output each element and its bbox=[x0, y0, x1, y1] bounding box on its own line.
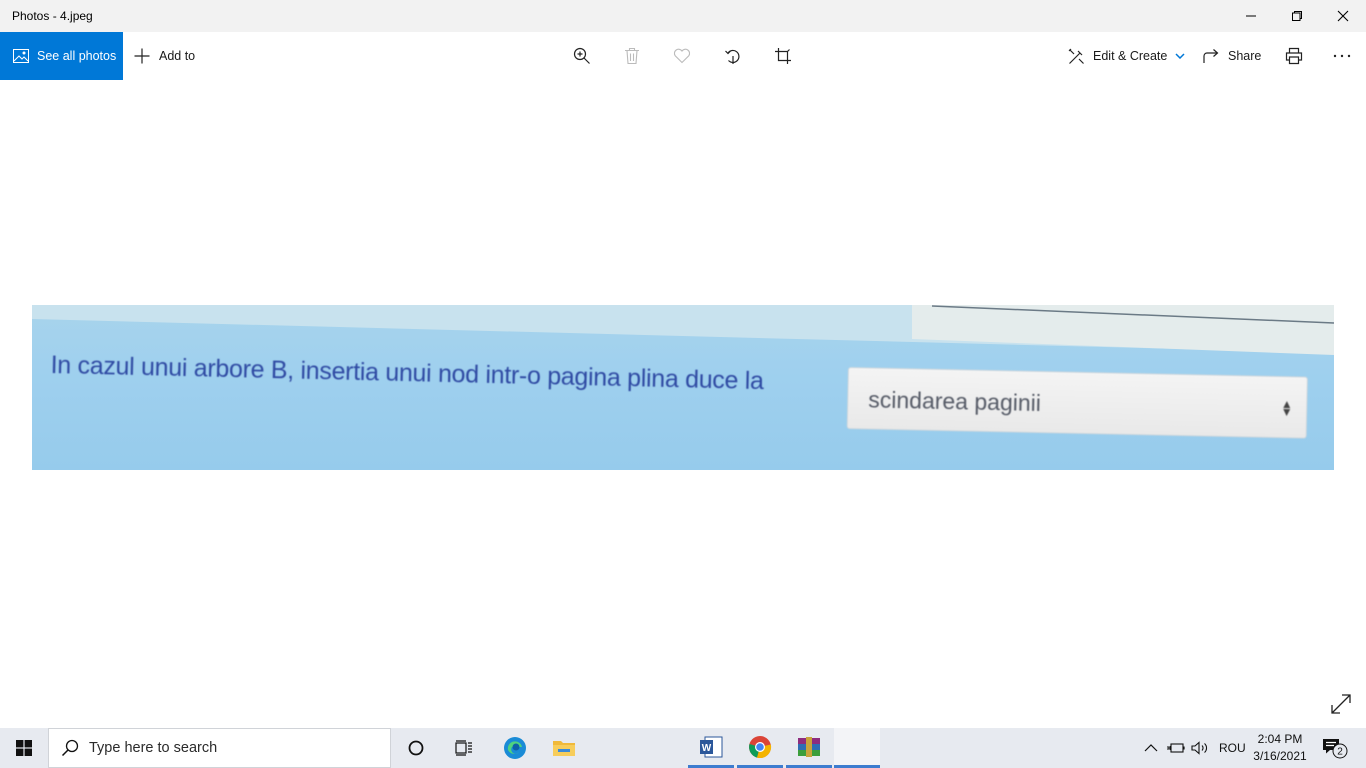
restore-button[interactable] bbox=[1274, 0, 1320, 32]
heart-icon bbox=[673, 48, 691, 64]
trash-icon bbox=[625, 47, 639, 65]
print-button[interactable] bbox=[1282, 44, 1306, 68]
edit-create-icon bbox=[1068, 48, 1084, 64]
notification-count: 2 bbox=[1337, 747, 1343, 758]
task-view-icon bbox=[455, 740, 472, 756]
windows-logo-icon bbox=[16, 740, 32, 756]
winrar-icon bbox=[798, 736, 820, 757]
photos-taskbar-button[interactable] bbox=[834, 728, 880, 768]
add-to-label: Add to bbox=[159, 49, 196, 63]
edit-create-button[interactable]: Edit & Create bbox=[1068, 32, 1193, 80]
plus-icon bbox=[134, 48, 150, 64]
minimize-icon bbox=[1246, 15, 1256, 17]
close-button[interactable] bbox=[1320, 0, 1366, 32]
chrome-icon bbox=[749, 735, 772, 758]
see-all-photos-button[interactable]: See all photos bbox=[0, 32, 123, 80]
search-icon bbox=[61, 739, 79, 757]
word-icon: W bbox=[700, 736, 723, 757]
task-view-button[interactable] bbox=[441, 728, 487, 768]
cortana-icon bbox=[408, 740, 424, 756]
cortana-button[interactable] bbox=[393, 728, 439, 768]
folder-icon bbox=[553, 741, 575, 756]
battery-plug-icon bbox=[1167, 743, 1185, 753]
expand-icon bbox=[1331, 694, 1351, 714]
edit-create-label: Edit & Create bbox=[1093, 49, 1168, 63]
chevron-down-icon bbox=[1175, 53, 1185, 59]
file-explorer-taskbar-button[interactable] bbox=[541, 728, 587, 768]
share-label: Share bbox=[1228, 49, 1262, 63]
dropdown-arrows-icon: ▴ ▾ bbox=[1282, 395, 1291, 420]
crop-button[interactable] bbox=[771, 44, 795, 68]
add-to-button[interactable]: Add to bbox=[134, 32, 195, 80]
share-button[interactable]: Share bbox=[1203, 32, 1261, 80]
winrar-taskbar-button[interactable] bbox=[786, 728, 832, 768]
command-bar: See all photos Add to Edit & Create Shar… bbox=[0, 32, 1366, 80]
restore-icon bbox=[1292, 11, 1302, 21]
svg-text:W: W bbox=[702, 743, 712, 754]
crop-icon bbox=[775, 48, 791, 64]
language-label: ROU bbox=[1219, 741, 1246, 755]
battery-button[interactable] bbox=[1167, 728, 1185, 768]
taskbar: Type here to search W ROU 2:04 PM 3/16/2… bbox=[0, 728, 1366, 768]
title-bar: Photos - 4.jpeg bbox=[0, 0, 1366, 32]
photo-image: In cazul unui arbore B, insertia unui no… bbox=[32, 305, 1334, 470]
minimize-button[interactable] bbox=[1228, 0, 1274, 32]
word-taskbar-button[interactable]: W bbox=[688, 728, 734, 768]
speaker-icon bbox=[1191, 741, 1207, 755]
zoom-in-icon bbox=[573, 47, 590, 64]
photo-answer-value: scindarea paginii bbox=[868, 386, 1042, 417]
clock-time: 2:04 PM bbox=[1257, 732, 1303, 746]
edge-taskbar-button[interactable] bbox=[492, 728, 538, 768]
notifications-icon: 2 bbox=[1323, 739, 1348, 759]
delete-button[interactable] bbox=[620, 44, 644, 68]
show-hidden-icons-button[interactable] bbox=[1144, 728, 1158, 768]
rotate-icon bbox=[725, 49, 740, 64]
see-all-photos-label: See all photos bbox=[37, 49, 117, 63]
chevron-up-icon bbox=[1144, 744, 1158, 752]
more-options-button[interactable] bbox=[1330, 44, 1354, 68]
window-title: Photos - 4.jpeg bbox=[12, 9, 93, 23]
search-placeholder: Type here to search bbox=[89, 740, 218, 756]
clock-date: 3/16/2021 bbox=[1253, 749, 1307, 763]
taskbar-search-box[interactable]: Type here to search bbox=[48, 728, 391, 768]
close-icon bbox=[1337, 10, 1349, 22]
zoom-button[interactable] bbox=[570, 44, 594, 68]
language-indicator[interactable]: ROU bbox=[1219, 728, 1246, 768]
rotate-button[interactable] bbox=[721, 44, 745, 68]
full-screen-button[interactable] bbox=[1330, 693, 1352, 715]
photo-answer-dropdown: scindarea paginii ▴ ▾ bbox=[846, 367, 1308, 439]
edge-icon bbox=[504, 737, 526, 759]
more-icon bbox=[1333, 54, 1351, 58]
action-center-button[interactable]: 2 bbox=[1322, 728, 1350, 768]
volume-button[interactable] bbox=[1191, 728, 1209, 768]
photos-icon bbox=[13, 49, 29, 63]
share-icon bbox=[1203, 48, 1219, 63]
start-button[interactable] bbox=[0, 728, 48, 768]
favorite-button[interactable] bbox=[670, 44, 694, 68]
taskbar-clock[interactable]: 2:04 PM 3/16/2021 bbox=[1252, 731, 1308, 765]
printer-icon bbox=[1285, 47, 1303, 65]
chrome-taskbar-button[interactable] bbox=[737, 728, 783, 768]
